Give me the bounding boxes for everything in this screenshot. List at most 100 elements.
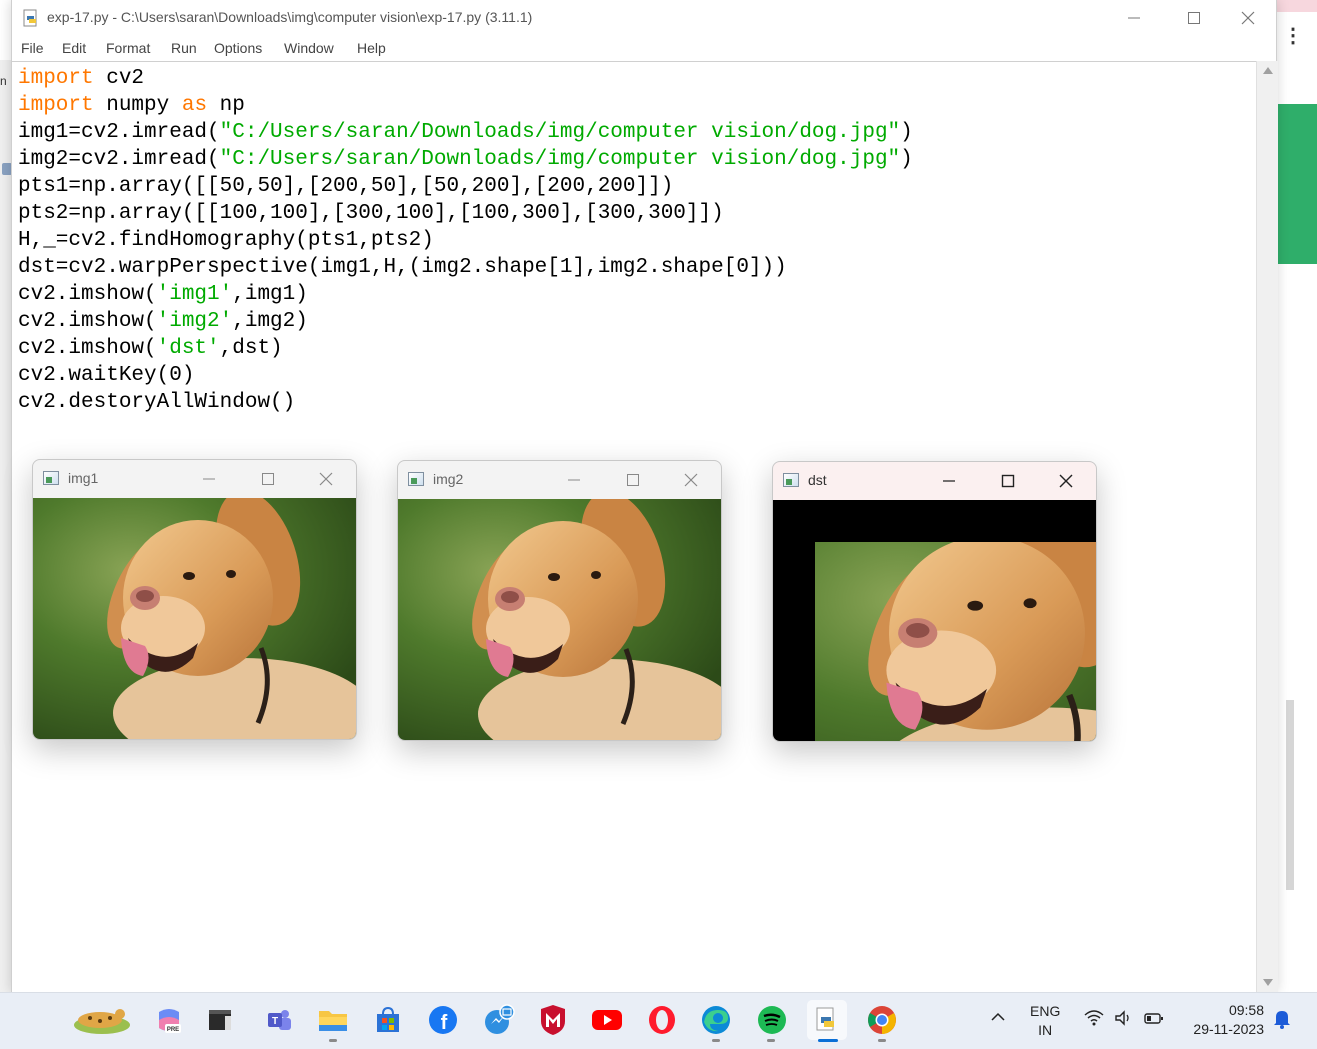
code-token: cv2.waitKey(0) [18, 364, 195, 387]
maximize-button[interactable] [623, 471, 643, 489]
scroll-up-arrow-icon[interactable] [1263, 67, 1273, 74]
edge-running-indicator [712, 1039, 720, 1042]
code-line[interactable]: pts1=np.array([[50,50],[200,50],[50,200]… [18, 173, 913, 200]
python-file-icon [23, 9, 37, 27]
code-line[interactable]: img1=cv2.imread("C:/Users/saran/Download… [18, 119, 913, 146]
menu-edit[interactable]: Edit [62, 40, 86, 56]
scroll-down-arrow-icon[interactable] [1263, 979, 1273, 986]
code-token: cv2 [93, 67, 145, 90]
image-window-titlebar[interactable]: img2 [398, 461, 721, 499]
code-line[interactable]: import cv2 [18, 65, 913, 92]
window-title: exp-17.py - C:\Users\saran\Downloads\img… [47, 9, 533, 25]
spotify-running-indicator [767, 1039, 775, 1042]
menu-help[interactable]: Help [357, 40, 386, 56]
vertical-scrollbar[interactable] [1256, 61, 1278, 992]
youtube-icon[interactable] [590, 1003, 624, 1037]
language-region: IN [1038, 1022, 1053, 1038]
opera-icon[interactable] [645, 1003, 679, 1037]
volume-icon[interactable] [1113, 1009, 1133, 1027]
close-button[interactable] [681, 471, 701, 489]
code-line[interactable]: img2=cv2.imread("C:/Users/saran/Download… [18, 146, 913, 173]
menu-file[interactable]: File [21, 40, 44, 56]
minimize-button[interactable] [939, 472, 959, 490]
cmd-terminal-icon[interactable] [203, 1003, 237, 1037]
mcafee-icon[interactable] [536, 1003, 570, 1037]
language-code: ENG [1030, 1003, 1061, 1019]
svg-text:f: f [441, 1012, 448, 1034]
minimize-button[interactable] [199, 470, 219, 488]
code-token: H,_=cv2.findHomography(pts1,pts2) [18, 229, 434, 252]
dog-image [398, 499, 722, 741]
image-window-titlebar[interactable]: img1 [33, 460, 356, 498]
image-window-dst[interactable]: dst [772, 461, 1097, 742]
minimize-button[interactable] [564, 471, 584, 489]
code-token: img1=cv2.imread( [18, 121, 220, 144]
minimize-icon [1128, 17, 1140, 19]
image-window-img2[interactable]: img2 [397, 460, 722, 741]
language-indicator[interactable]: ENG IN [1030, 1002, 1060, 1040]
image-window-img1[interactable]: img1 [32, 459, 357, 740]
minimize-icon [203, 478, 215, 480]
menu-run[interactable]: Run [171, 40, 197, 56]
code-line[interactable]: pts2=np.array([[100,100],[300,100],[100,… [18, 200, 913, 227]
code-line[interactable]: cv2.imshow('img1',img1) [18, 281, 913, 308]
maximize-button[interactable] [258, 470, 278, 488]
file-explorer-icon[interactable] [316, 1003, 350, 1037]
close-button[interactable] [1228, 6, 1268, 30]
code-line[interactable]: H,_=cv2.findHomography(pts1,pts2) [18, 227, 913, 254]
code-token: ,dst) [219, 337, 283, 360]
menu-options[interactable]: Options [214, 40, 262, 56]
maximize-icon [1188, 12, 1200, 24]
code-token: ,img1) [232, 283, 308, 306]
code-line[interactable]: dst=cv2.warpPerspective(img1,H,(img2.sha… [18, 254, 913, 281]
svg-text:PRE: PRE [167, 1027, 179, 1033]
edge-icon[interactable] [699, 1003, 733, 1037]
code-text[interactable]: import cv2 import numpy as np img1=cv2.imr… [18, 65, 913, 416]
code-line[interactable]: cv2.imshow('dst',dst) [18, 335, 913, 362]
close-button[interactable] [1056, 472, 1076, 490]
image-window-icon [408, 472, 424, 486]
warped-dog-image [773, 500, 1096, 741]
spotify-icon[interactable] [755, 1003, 789, 1037]
chevron-up-icon[interactable] [990, 1011, 1006, 1023]
code-token: cv2.imshow( [18, 310, 157, 333]
clock[interactable]: 09:58 29-11-2023 [1180, 1001, 1264, 1039]
file-explorer-running-indicator [329, 1039, 337, 1042]
code-line[interactable]: import numpy as np [18, 92, 913, 119]
taskbar: PRE T f ENG IN 09:58 29-11-2023 [0, 992, 1317, 1049]
image-window-titlebar[interactable]: dst [773, 462, 1096, 500]
minimize-button[interactable] [1114, 6, 1154, 30]
close-button[interactable] [316, 470, 336, 488]
menu-format[interactable]: Format [106, 40, 150, 56]
background-app-scrollbar[interactable] [1286, 700, 1294, 890]
python-idle-icon[interactable] [807, 1000, 847, 1040]
microsoft-store-icon[interactable] [371, 1003, 405, 1037]
close-icon [319, 472, 333, 486]
code-keyword: import [18, 94, 94, 117]
kebab-menu-icon[interactable]: ⋮ [1283, 26, 1303, 46]
clock-time: 09:58 [1228, 1002, 1264, 1018]
maximize-icon [627, 474, 639, 486]
image-window-icon [43, 471, 59, 485]
code-line[interactable]: cv2.waitKey(0) [18, 362, 913, 389]
maximize-button[interactable] [998, 472, 1018, 490]
image-window-title: dst [808, 472, 827, 488]
code-token: cv2.imshow( [18, 283, 157, 306]
image-window-title: img1 [68, 470, 99, 486]
messenger-icon[interactable] [482, 1003, 516, 1037]
titlebar[interactable]: exp-17.py - C:\Users\saran\Downloads\img… [12, 0, 1276, 36]
code-line[interactable]: cv2.destoryAllWindow() [18, 389, 913, 416]
menu-window[interactable]: Window [284, 40, 334, 56]
notification-bell-icon[interactable] [1272, 1008, 1292, 1030]
wifi-icon[interactable] [1083, 1009, 1105, 1027]
facebook-icon[interactable]: f [426, 1003, 460, 1037]
teams-icon[interactable]: T [262, 1003, 296, 1037]
chrome-icon[interactable] [865, 1003, 899, 1037]
code-line[interactable]: cv2.imshow('img2',img2) [18, 308, 913, 335]
dog-image [33, 498, 357, 740]
copilot-pre-icon[interactable]: PRE [152, 1003, 186, 1037]
code-token: cv2.imshow( [18, 337, 157, 360]
maximize-button[interactable] [1174, 6, 1214, 30]
leopard-widget-icon[interactable] [70, 1003, 134, 1037]
battery-icon[interactable] [1143, 1009, 1165, 1027]
